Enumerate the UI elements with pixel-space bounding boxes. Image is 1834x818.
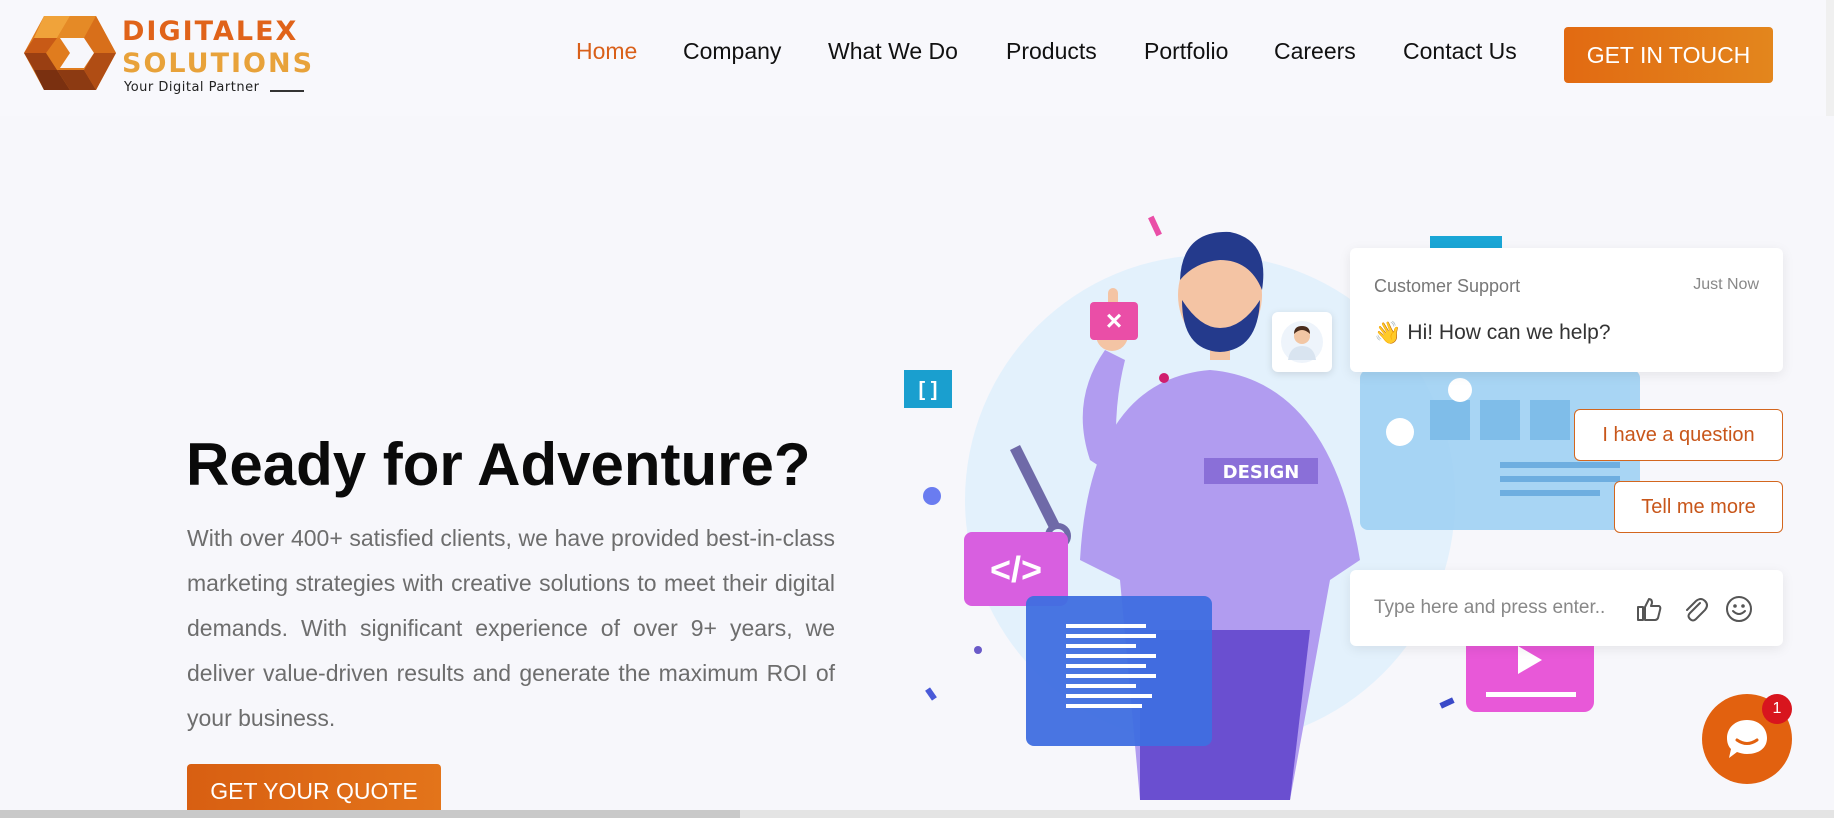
chat-agent-name: Customer Support [1374, 276, 1521, 296]
svg-text:×: × [1106, 305, 1122, 336]
site-header: DIGITALEX SOLUTIONS Your Digital Partner… [0, 0, 1834, 116]
design-badge-label: DESIGN [1223, 462, 1300, 483]
paperclip-icon[interactable] [1680, 594, 1710, 624]
brand-name-line1: DIGITALEX [122, 16, 299, 47]
nav-what-we-do[interactable]: What We Do [828, 38, 958, 65]
nav-company[interactable]: Company [683, 38, 781, 65]
nav-portfolio[interactable]: Portfolio [1144, 38, 1228, 65]
horizontal-scrollbar[interactable] [0, 810, 1834, 818]
waving-hand-icon: 👋 [1374, 320, 1402, 345]
nav-contact-us[interactable]: Contact Us [1403, 38, 1517, 65]
thumbs-up-icon[interactable] [1634, 594, 1664, 624]
chat-greeting-bubble: Customer Support Just Now 👋 Hi! How can … [1350, 248, 1783, 372]
hero-title: Ready for Adventure? [186, 431, 811, 498]
quick-reply-question[interactable]: I have a question [1574, 409, 1783, 461]
svg-text:</>: </> [990, 549, 1042, 590]
chat-message-input[interactable] [1374, 592, 1624, 624]
chat-bubble-icon [1727, 720, 1767, 758]
nav-home[interactable]: Home [576, 38, 637, 65]
chat-timestamp: Just Now [1693, 276, 1759, 293]
chat-message-text: Hi! How can we help? [1407, 321, 1611, 344]
nav-products[interactable]: Products [1006, 38, 1097, 65]
nav-careers[interactable]: Careers [1274, 38, 1356, 65]
hero-description: With over 400+ satisfied clients, we hav… [187, 525, 835, 731]
svg-text:[ ]: [ ] [919, 379, 938, 401]
chat-composer [1350, 570, 1783, 646]
get-in-touch-button[interactable]: GET IN TOUCH [1564, 27, 1773, 83]
brand-logo[interactable]: DIGITALEX SOLUTIONS Your Digital Partner [24, 14, 324, 95]
person-icon [1281, 321, 1323, 363]
unread-count-badge: 1 [1762, 694, 1792, 724]
smiley-icon[interactable] [1724, 594, 1754, 624]
tagline-underline [270, 90, 304, 92]
brand-name-line2: SOLUTIONS [122, 48, 315, 79]
agent-avatar [1272, 312, 1332, 372]
logo-mark-icon [24, 16, 116, 90]
chat-message: 👋 Hi! How can we help? [1374, 320, 1611, 346]
quick-reply-tell-more[interactable]: Tell me more [1614, 481, 1783, 533]
vertical-scrollbar[interactable] [1826, 0, 1834, 116]
brand-tagline: Your Digital Partner [124, 80, 260, 95]
horizontal-scrollbar-thumb[interactable] [0, 810, 740, 818]
